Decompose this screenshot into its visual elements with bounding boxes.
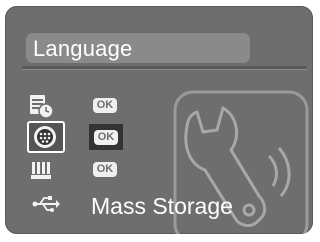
- camera-settings-screen: Language OK OK OK Mass Storage: [5, 6, 313, 234]
- datetime-ok-button[interactable]: OK: [93, 98, 117, 113]
- tv-out-icon[interactable]: [29, 158, 55, 182]
- tvout-ok-button[interactable]: OK: [93, 162, 117, 177]
- datetime-icon[interactable]: [27, 92, 55, 120]
- title-divider-highlight: [22, 69, 307, 70]
- usb-icon[interactable]: [31, 193, 61, 215]
- language-ok-button[interactable]: OK: [94, 130, 118, 145]
- usb-mode-value[interactable]: Mass Storage: [91, 192, 233, 220]
- language-globe-icon[interactable]: [32, 124, 58, 150]
- page-title: Language: [33, 36, 133, 61]
